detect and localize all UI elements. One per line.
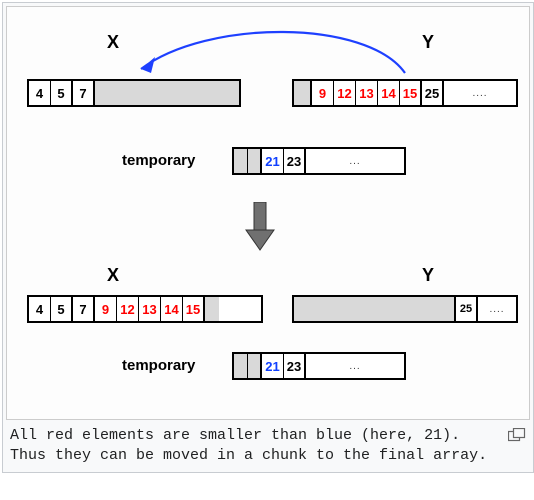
cell-gray-region <box>294 297 456 321</box>
cell-ellipsis: ... <box>306 149 404 173</box>
label-y-bottom: Y <box>422 265 434 286</box>
cell: 9 <box>95 297 117 321</box>
cell: 25 <box>456 297 478 321</box>
label-y-top: Y <box>422 32 434 53</box>
cell: 4 <box>29 81 51 105</box>
caption-row: All red elements are smaller than blue (… <box>6 420 530 469</box>
cell: 14 <box>161 297 183 321</box>
array-x-bottom: 4 5 7 9 12 13 14 15 <box>27 295 263 323</box>
array-temp-bottom: 21 23 ... <box>232 352 406 380</box>
cell-ellipsis: .... <box>478 297 516 321</box>
figure-wrapper: X Y 4 5 7 9 12 13 14 15 25 .... temporar… <box>2 2 534 473</box>
cell: 5 <box>51 81 73 105</box>
cell-ellipsis: .... <box>444 81 516 105</box>
blue-curve-arrow-icon <box>127 27 417 81</box>
cell: 5 <box>51 297 73 321</box>
cell: 9 <box>312 81 334 105</box>
cell-ellipsis: ... <box>306 354 404 378</box>
array-y-top: 9 12 13 14 15 25 .... <box>292 79 518 107</box>
cell-gray <box>294 81 312 105</box>
label-temporary-bottom: temporary <box>122 357 195 374</box>
label-x-bottom: X <box>107 265 119 286</box>
cell-gray <box>248 354 262 378</box>
down-arrow-icon <box>245 202 275 252</box>
cell: 23 <box>284 354 306 378</box>
cell: 13 <box>139 297 161 321</box>
array-temp-top: 21 23 ... <box>232 147 406 175</box>
cell-gray <box>234 354 248 378</box>
cell: 23 <box>284 149 306 173</box>
cell: 14 <box>378 81 400 105</box>
label-x-top: X <box>107 32 119 53</box>
cell: 15 <box>183 297 205 321</box>
cell-gray-region <box>95 81 239 105</box>
cell: 25 <box>422 81 444 105</box>
cell: 13 <box>356 81 378 105</box>
cell: 12 <box>334 81 356 105</box>
cell: 21 <box>262 149 284 173</box>
array-x-top: 4 5 7 <box>27 79 241 107</box>
array-y-bottom: 25 .... <box>292 295 518 323</box>
cell-gray <box>205 297 219 321</box>
cell: 4 <box>29 297 51 321</box>
cell: 7 <box>73 81 95 105</box>
figure-caption: All red elements are smaller than blue (… <box>10 426 502 467</box>
cell: 21 <box>262 354 284 378</box>
enlarge-icon[interactable] <box>508 428 526 442</box>
label-temporary-top: temporary <box>122 152 195 169</box>
cell-gray <box>234 149 248 173</box>
cell: 7 <box>73 297 95 321</box>
cell: 12 <box>117 297 139 321</box>
cell-gray <box>248 149 262 173</box>
diagram: X Y 4 5 7 9 12 13 14 15 25 .... temporar… <box>6 6 530 420</box>
cell: 15 <box>400 81 422 105</box>
